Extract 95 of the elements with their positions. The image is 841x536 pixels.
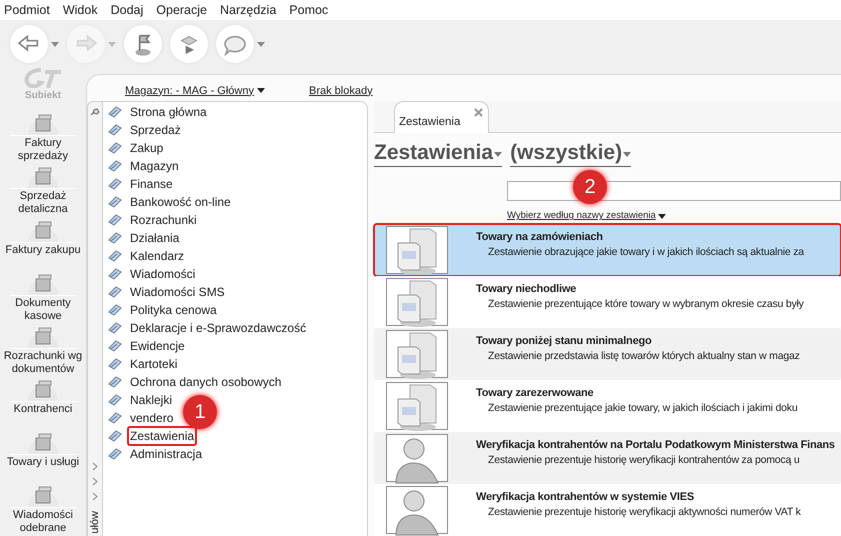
report-description: Zestawienie prezentujące które towary w wybranym okresie czasu były bbox=[487, 297, 804, 312]
report-title: Weryfikacja kontrahentów na Portalu Podatkowym Ministerstwa Finans bbox=[476, 438, 835, 452]
report-row[interactable]: Weryfikacja kontrahentów w systemie VIES Zestawienie prezentuje historię weryfikacji aktywności numerów VAT k bbox=[374, 484, 841, 536]
document-icon bbox=[107, 249, 123, 263]
report-description: Zestawienie obrazujące jakie towary i w jakich ilościach są aktualnie za bbox=[487, 245, 804, 260]
caret-icon bbox=[256, 88, 265, 94]
caret-icon bbox=[108, 42, 116, 46]
nav-item[interactable]: Wiadomości bbox=[127, 264, 198, 284]
report-title: Towary poniżej stanu minimalnego bbox=[476, 334, 653, 348]
document-icon bbox=[107, 411, 123, 425]
tab[interactable]: Zestawienia bbox=[394, 101, 489, 134]
document-icon bbox=[107, 321, 123, 335]
nav-item[interactable]: Ochrona danych osobowych bbox=[127, 372, 284, 392]
menu-item[interactable]: Operacje bbox=[156, 0, 207, 20]
toolbar-button[interactable] bbox=[124, 25, 162, 63]
document-icon bbox=[107, 429, 123, 443]
sidebar-item[interactable]: Sprzedaż detaliczna bbox=[1, 164, 85, 218]
pin-icon[interactable] bbox=[90, 108, 100, 116]
logo-icon bbox=[23, 68, 63, 88]
document-icon bbox=[107, 393, 123, 407]
caret-icon bbox=[257, 42, 265, 46]
document-icon bbox=[107, 447, 123, 461]
warehouse-link[interactable]: Magazyn: - MAG - Główny bbox=[125, 82, 265, 99]
lock-link[interactable]: Brak blokady bbox=[308, 82, 373, 99]
report-row[interactable]: Towary na zamówieniach Zestawienie obrazujące jakie towary i w jakich ilościach są aktualnie za bbox=[374, 224, 841, 276]
menu-item[interactable]: Dodaj bbox=[110, 0, 144, 20]
document-icon bbox=[107, 375, 123, 389]
report-title: Weryfikacja kontrahentów w systemie VIES bbox=[476, 490, 695, 504]
nav-item[interactable]: Naklejki bbox=[127, 390, 176, 410]
nav-item[interactable]: Rozrachunki bbox=[127, 210, 200, 230]
report-description: Zestawienie prezentujące jakie towary, w jakich ilościach i jakimi doku bbox=[487, 401, 798, 416]
filter-dropdown[interactable]: (wszystkie) bbox=[510, 140, 632, 168]
report-row[interactable]: Weryfikacja kontrahentów na Portalu Podatkowym Ministerstwa Finans Zestawienie prezentuje historię weryfikacji kontrahentów za pomocą u bbox=[374, 432, 841, 484]
caret-icon bbox=[51, 42, 59, 46]
sidebar-item[interactable]: Dokumenty kasowe bbox=[1, 270, 85, 324]
nav-item[interactable]: Magazyn bbox=[127, 156, 182, 176]
document-icon bbox=[107, 267, 123, 281]
caret-icon bbox=[494, 152, 502, 158]
nav-item[interactable]: Wiadomości SMS bbox=[127, 282, 228, 302]
document-icon bbox=[107, 213, 123, 227]
document-icon bbox=[107, 357, 123, 371]
document-icon bbox=[107, 141, 123, 155]
sidebar-item[interactable]: Kontrahenci bbox=[1, 376, 85, 430]
nav-item[interactable]: Kartoteki bbox=[127, 354, 180, 374]
sidebar-item[interactable]: Wiadomości odebrane bbox=[1, 482, 85, 536]
logo-text: Subiekt bbox=[24, 89, 62, 104]
caret-icon bbox=[658, 214, 666, 219]
document-icon bbox=[107, 285, 123, 299]
menu-item[interactable]: Widok bbox=[62, 0, 98, 20]
report-row[interactable]: Towary niechodliwe Zestawienie prezentujące które towary w wybranym okresie czasu były bbox=[374, 276, 841, 328]
nav-item[interactable]: Polityka cenowa bbox=[127, 300, 220, 320]
report-title: Towary zarezerwowane bbox=[476, 386, 594, 400]
document-icon bbox=[107, 339, 123, 353]
nav-item[interactable]: Zakup bbox=[127, 138, 166, 158]
sidebar-item[interactable]: Towary i usługi bbox=[1, 430, 85, 483]
search-field[interactable] bbox=[507, 180, 841, 201]
sort-link[interactable]: Wybierz według nazwy zestawienia bbox=[507, 209, 666, 224]
toolbar-button[interactable] bbox=[170, 25, 208, 63]
document-icon bbox=[107, 123, 123, 137]
menu-item[interactable]: Podmiot bbox=[4, 0, 50, 20]
nav-item[interactable]: Kalendarz bbox=[127, 246, 188, 266]
report-row[interactable]: Towary poniżej stanu minimalnego Zestawienie przedstawia listę towarów których aktualny stan w magaz bbox=[374, 328, 841, 380]
document-icon bbox=[107, 231, 123, 245]
report-row[interactable]: Towary zarezerwowane Zestawienie prezentujące jakie towary, w jakich ilościach i jakimi doku bbox=[374, 380, 841, 432]
caret-icon bbox=[623, 152, 632, 158]
menu-item[interactable]: Pomoc bbox=[289, 0, 328, 20]
sidebar-item[interactable]: Faktury sprzedaży bbox=[1, 111, 85, 164]
sidebar-item[interactable]: Rozrachunki wg dokumentów bbox=[1, 324, 85, 377]
category-dropdown[interactable]: Zestawienia bbox=[374, 140, 502, 168]
nav-item[interactable]: Administracja bbox=[127, 444, 206, 464]
document-icon bbox=[107, 195, 123, 209]
document-icon bbox=[107, 177, 123, 191]
report-title: Towary niechodliwe bbox=[476, 282, 578, 296]
sidebar-item[interactable]: Faktury zakupu bbox=[1, 218, 85, 271]
document-icon bbox=[107, 303, 123, 317]
nav-item[interactable]: Strona główna bbox=[127, 102, 210, 122]
close-icon[interactable] bbox=[474, 108, 484, 118]
nav-item[interactable]: Sprzedaż bbox=[127, 120, 184, 140]
report-description: Zestawienie przedstawia listę towarów których aktualny stan w magaz bbox=[487, 349, 800, 364]
document-icon bbox=[107, 159, 123, 173]
toolbar-button[interactable] bbox=[216, 25, 265, 63]
report-title: Towary na zamówieniach bbox=[476, 230, 604, 244]
nav-item[interactable]: Ewidencje bbox=[127, 336, 188, 356]
toolbar-button[interactable] bbox=[10, 25, 59, 63]
report-description: Zestawienie prezentuje historię weryfikacji kontrahentów za pomocą u bbox=[487, 453, 800, 468]
menu-item[interactable]: Narzędzia bbox=[220, 0, 276, 20]
nav-item[interactable]: Deklaracje i e-Sprawozdawczość bbox=[127, 318, 310, 338]
nav-item[interactable]: Zestawienia bbox=[127, 426, 198, 446]
document-icon bbox=[107, 105, 123, 119]
vertical-label: ułów bbox=[88, 511, 102, 534]
nav-item[interactable]: Bankowość on-line bbox=[127, 192, 234, 212]
nav-item[interactable]: Działania bbox=[127, 228, 182, 248]
nav-item[interactable]: Finanse bbox=[127, 174, 176, 194]
report-description: Zestawienie prezentuje historię weryfikacji aktywności numerów VAT k bbox=[487, 505, 801, 520]
nav-item[interactable]: vendero bbox=[127, 408, 176, 428]
